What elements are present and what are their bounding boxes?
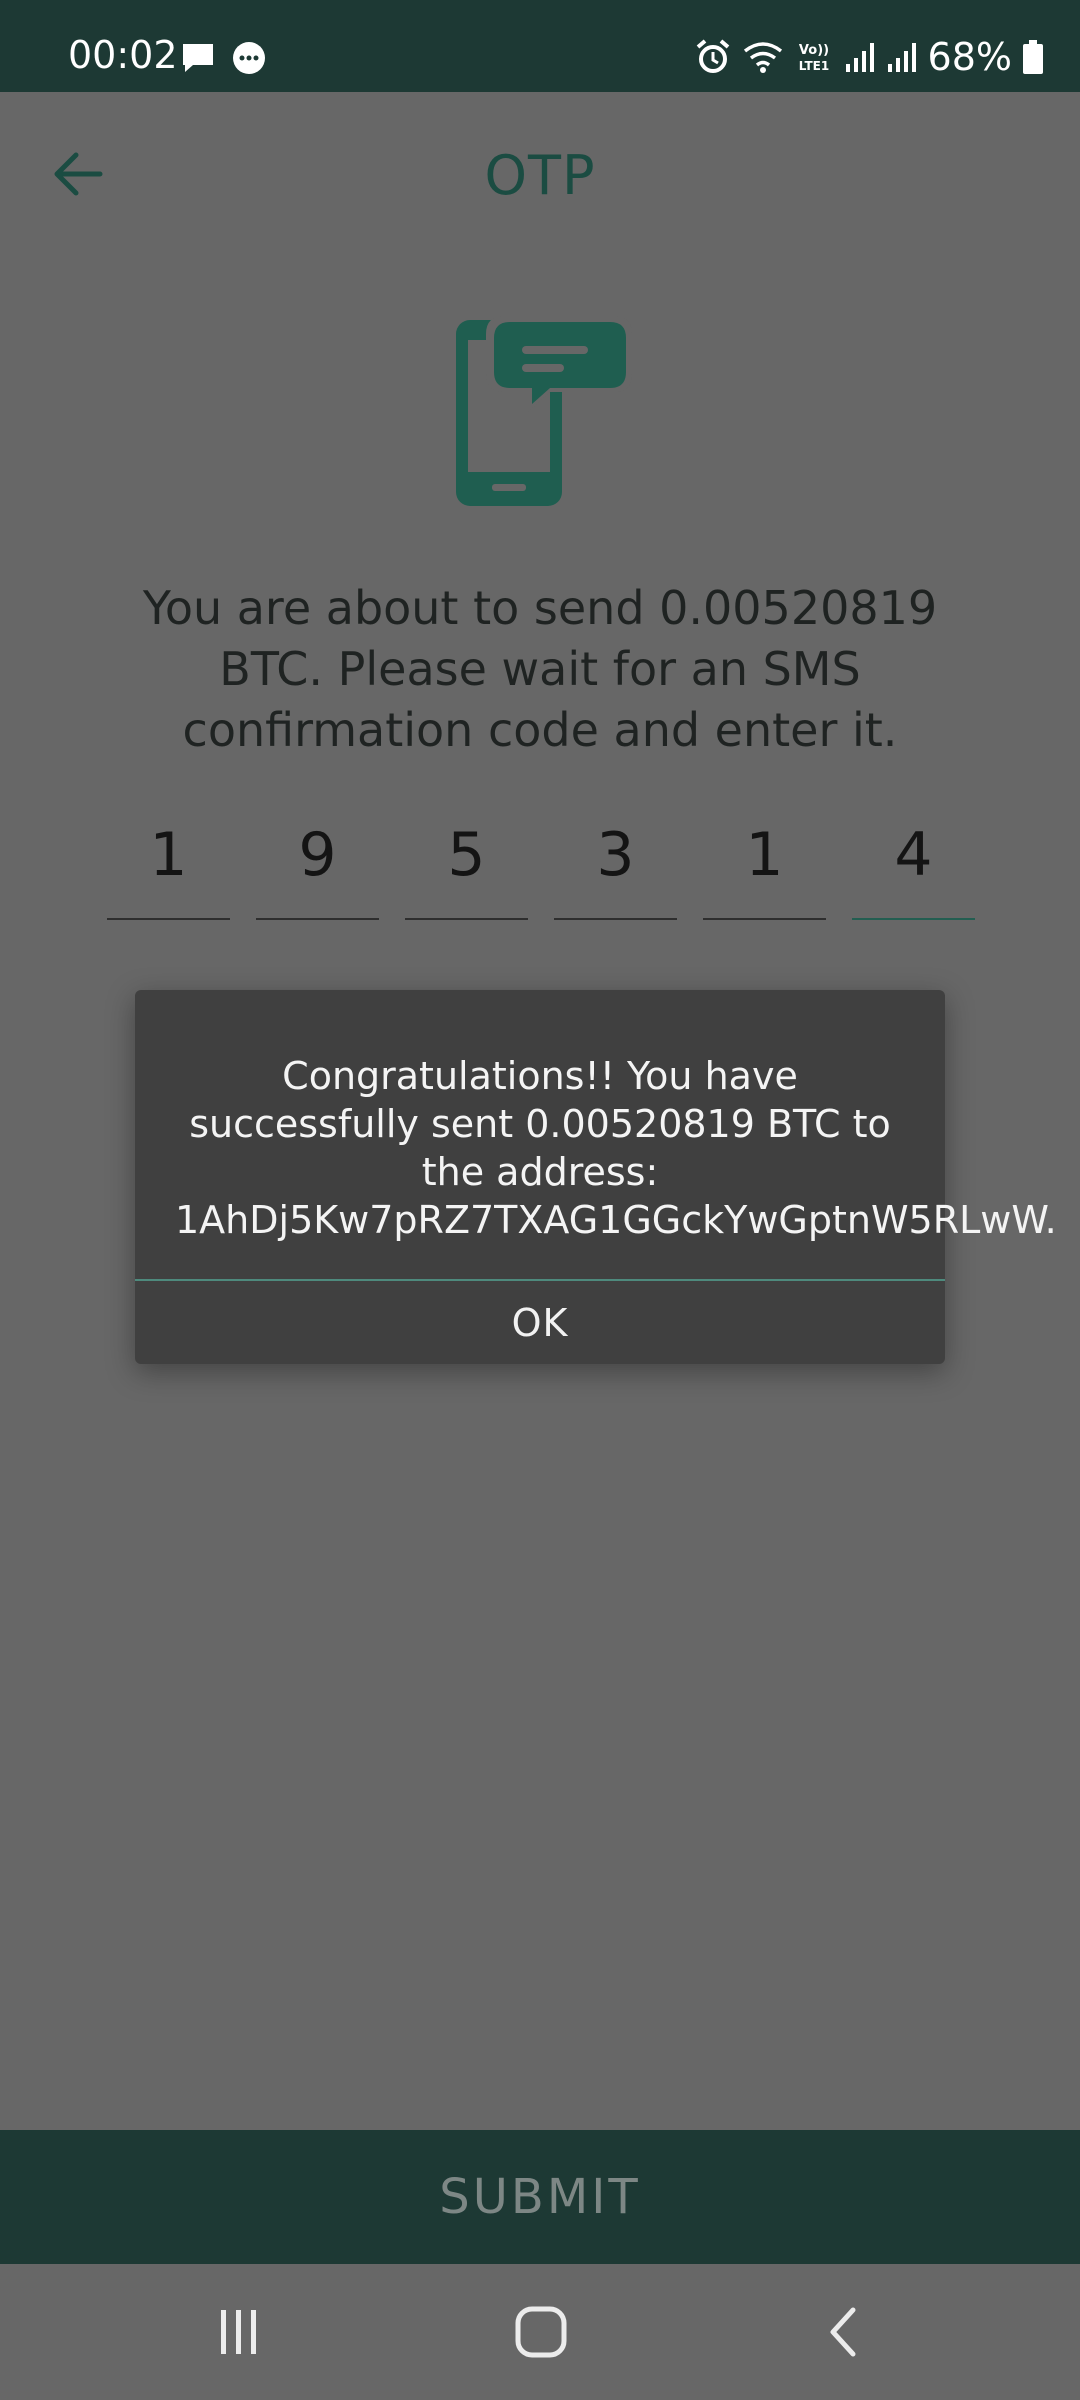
ok-button[interactable]: OK [135, 1281, 945, 1364]
otp-underline [405, 918, 528, 920]
otp-digit-field[interactable]: 1 [107, 808, 230, 920]
otp-underline-active [852, 918, 975, 920]
dialog-message: Congratulations!! You have successfully … [175, 1054, 1057, 1242]
status-time: 00:02 [68, 33, 178, 77]
status-bar: 00:02 Vo)) LTE1 68% [0, 0, 1080, 92]
nav-back-button[interactable] [800, 2292, 890, 2372]
app-bar: OTP [0, 92, 1080, 252]
svg-text:Vo)): Vo)) [798, 43, 828, 58]
svg-text:LTE1: LTE1 [798, 59, 828, 73]
phone-sms-icon [456, 316, 632, 506]
recent-apps-icon [221, 2310, 256, 2354]
otp-digit: 9 [298, 820, 337, 890]
otp-digit: 4 [894, 820, 933, 890]
system-nav-bar [0, 2264, 1080, 2400]
wifi-icon [743, 42, 782, 73]
recent-apps-button[interactable] [194, 2292, 284, 2372]
otp-digit: 5 [447, 820, 486, 890]
alarm-icon [696, 39, 729, 73]
otp-underline [703, 918, 826, 920]
instruction-text: You are about to send 0.00520819 BTC. Pl… [142, 581, 938, 757]
volte-lte-icon: Vo)) LTE1 [798, 43, 828, 73]
notification-icons [180, 40, 268, 78]
otp-digit: 3 [596, 820, 635, 890]
home-button[interactable] [496, 2292, 586, 2372]
otp-digit: 1 [149, 820, 188, 890]
signal-icon [845, 43, 874, 72]
page-title: OTP [484, 144, 596, 207]
otp-input: 1 9 5 3 1 4 [107, 808, 975, 920]
otp-digit-field[interactable]: 4 [852, 808, 975, 920]
status-right: Vo)) LTE1 68% [694, 38, 1044, 76]
back-icon [830, 2307, 856, 2357]
submit-button[interactable]: SUBMIT [0, 2130, 1080, 2264]
otp-digit-field[interactable]: 9 [256, 808, 379, 920]
otp-digit-field[interactable]: 3 [554, 808, 677, 920]
otp-digit: 1 [745, 820, 784, 890]
home-icon [515, 2306, 567, 2358]
otp-digit-field[interactable]: 1 [703, 808, 826, 920]
chat-bubble-icon [233, 42, 265, 74]
message-icon [183, 44, 213, 72]
battery-percent: 68% [927, 35, 1012, 79]
signal-icon [887, 43, 916, 72]
otp-underline [256, 918, 379, 920]
otp-underline [107, 918, 230, 920]
battery-icon [1023, 40, 1043, 74]
success-dialog: Congratulations!! You have successfully … [135, 990, 1057, 1364]
otp-digit-field[interactable]: 5 [405, 808, 528, 920]
otp-underline [554, 918, 677, 920]
